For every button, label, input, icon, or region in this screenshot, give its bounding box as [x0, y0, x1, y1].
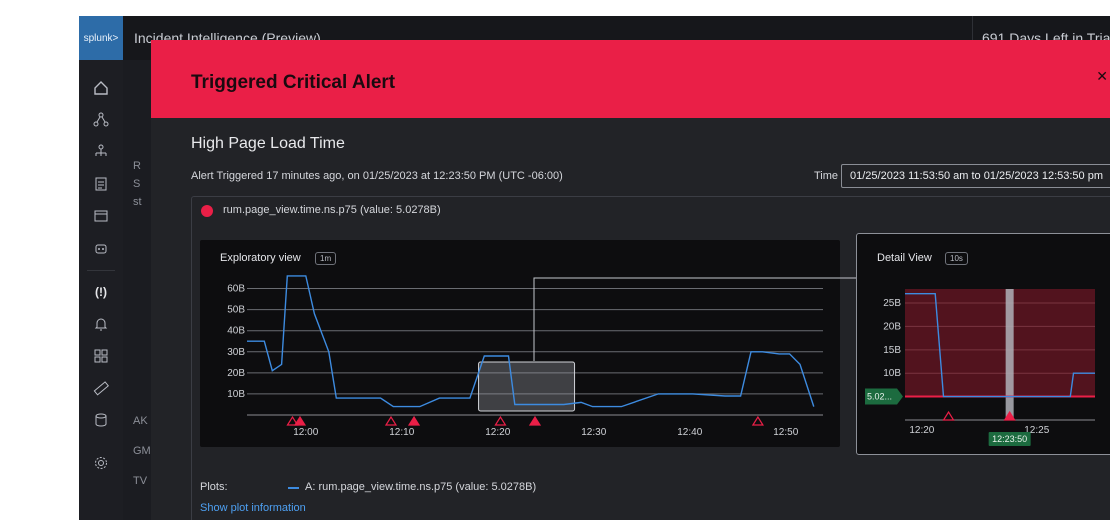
- plots-item: A: rum.page_view.time.ns.p75 (value: 5.0…: [305, 481, 537, 493]
- y-tick-label: 50B: [227, 305, 245, 316]
- trigger-time-label: 12:23:50: [992, 434, 1027, 444]
- home-icon[interactable]: [91, 78, 111, 98]
- x-tick-label: 12:20: [909, 425, 934, 436]
- selection-window: [478, 361, 576, 412]
- metric-label: rum.page_view.time.ns.p75 (value: 5.0278…: [223, 204, 441, 216]
- alert-marker: [528, 415, 542, 426]
- robot-icon[interactable]: [91, 238, 111, 258]
- x-tick-label: 12:40: [677, 427, 702, 438]
- alert-marker: [751, 415, 764, 426]
- modal-title: Triggered Critical Alert: [191, 72, 396, 93]
- hierarchy-icon[interactable]: [91, 110, 111, 130]
- alert-triggered-text: Alert Triggered 17 minutes ago, on 01/25…: [191, 170, 563, 182]
- trigger-bar: [1005, 289, 1014, 420]
- alert-marker: [293, 415, 307, 426]
- y-tick-label: 10B: [227, 389, 245, 400]
- close-icon[interactable]: ✕: [1096, 68, 1108, 85]
- alert-marker: [942, 410, 955, 421]
- document-icon[interactable]: [91, 174, 111, 194]
- exploratory-chart[interactable]: 10B 20B 30B 40B 50B 60B 12:00 12:10 12:20 12:30 12…: [200, 240, 840, 447]
- y-tick-label: 25B: [883, 298, 901, 309]
- bell-icon[interactable]: [91, 314, 111, 334]
- gear-icon[interactable]: [91, 453, 111, 473]
- bg-text: GM: [133, 445, 151, 457]
- database-icon[interactable]: [91, 410, 111, 430]
- tree-icon[interactable]: [91, 142, 111, 162]
- dashboard-icon[interactable]: [91, 206, 111, 226]
- x-tick-label: 12:00: [293, 427, 318, 438]
- bg-text: AK: [133, 415, 148, 427]
- ruler-icon[interactable]: [91, 378, 111, 398]
- time-range-picker[interactable]: 01/25/2023 11:53:50 am to 01/25/2023 12:…: [841, 164, 1110, 188]
- alert-icon[interactable]: (!): [91, 282, 111, 302]
- bg-text: st: [133, 196, 142, 208]
- nav-rail: splunk> (!): [79, 16, 123, 520]
- y-tick-label: 30B: [227, 347, 245, 358]
- series-swatch: [288, 487, 299, 489]
- alert-marker: [407, 415, 421, 426]
- x-tick-label: 12:30: [581, 427, 606, 438]
- modal-header: Triggered Critical Alert ✕: [151, 40, 1110, 118]
- show-plot-info-link[interactable]: Show plot information: [200, 502, 306, 514]
- plots-label: Plots:: [200, 481, 228, 493]
- y-tick-label: 20B: [227, 368, 245, 379]
- y-tick-label: 60B: [227, 284, 245, 295]
- x-tick-label: 12:10: [389, 427, 414, 438]
- grid-icon[interactable]: [91, 346, 111, 366]
- bg-text: S: [133, 178, 141, 190]
- rail-divider: [87, 270, 115, 271]
- y-tick-label: 20B: [883, 321, 901, 332]
- detail-chart[interactable]: 10B15B20B25B12:20 12:255.02...12:23:50: [857, 234, 1110, 456]
- alert-marker: [384, 415, 398, 426]
- alert-name: High Page Load Time: [191, 135, 345, 152]
- bg-text: TV: [133, 475, 148, 487]
- alert-marker: [494, 415, 507, 426]
- critical-severity-dot: [201, 205, 213, 217]
- detail-view[interactable]: Detail View 10s 10B 15B 20B 25B 12:20 12:25 5.…: [856, 233, 1110, 455]
- critical-zone: [905, 289, 1095, 397]
- x-tick-label: 12:50: [773, 427, 798, 438]
- y-tick-label: 10B: [883, 368, 901, 379]
- alert-modal: Triggered Critical Alert ✕ High Page Loa…: [151, 40, 1110, 520]
- background-panel: R S st AK GM TV: [123, 60, 153, 520]
- y-tick-label: 40B: [227, 326, 245, 337]
- current-value-label: 5.02...: [867, 391, 892, 401]
- exploratory-view[interactable]: Exploratory view 1m 10B 20B 30B 40B 50B 60B 12…: [200, 240, 840, 447]
- y-tick-label: 15B: [883, 345, 901, 356]
- x-tick-label: 12:20: [485, 427, 510, 438]
- splunk-logo[interactable]: splunk>: [79, 16, 123, 60]
- bg-text: R: [133, 160, 141, 172]
- time-label: Time: [814, 170, 839, 182]
